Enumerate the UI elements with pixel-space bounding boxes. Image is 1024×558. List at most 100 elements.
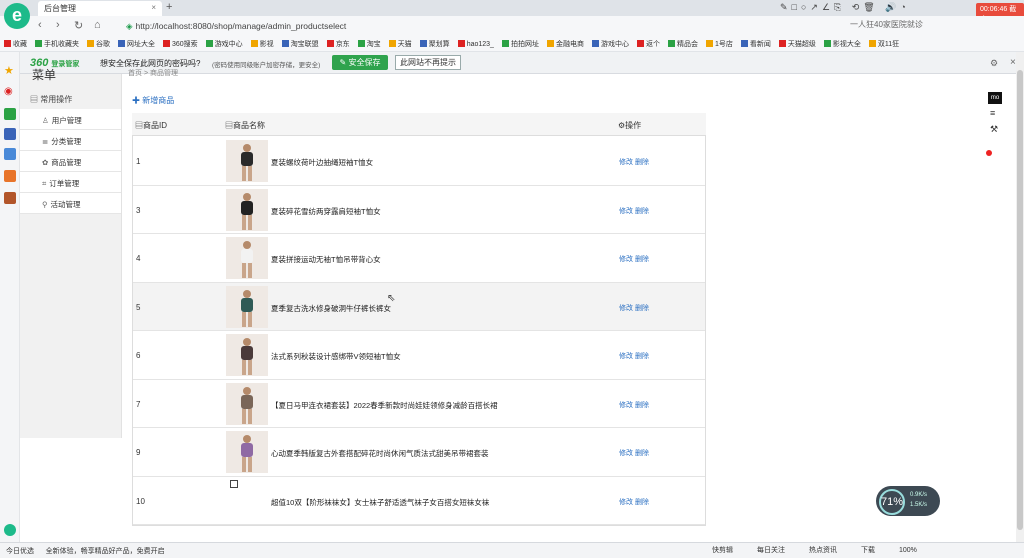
favorite-link[interactable]: 返个 xyxy=(636,40,660,48)
favorite-link[interactable]: 精品会 xyxy=(667,40,698,48)
delete-link[interactable]: 删除 xyxy=(635,305,649,312)
star-icon[interactable]: ★ xyxy=(4,64,16,77)
favorite-icon xyxy=(388,40,396,47)
favorite-link[interactable]: 看新闻 xyxy=(740,40,771,48)
table-row: 4 夏装拼接运动无袖T恤吊带背心女 修改 删除 xyxy=(133,234,705,283)
browser-mini-logo-icon[interactable] xyxy=(4,524,16,536)
mail-icon[interactable] xyxy=(4,108,16,120)
favorite-icon xyxy=(636,40,644,47)
never-show-button[interactable]: 此网站不再提示 xyxy=(395,55,461,70)
sidebar-item-0[interactable]: ♙ 用户管理 xyxy=(20,109,121,130)
back-icon[interactable]: ‹ xyxy=(38,19,42,31)
scrollbar-thumb[interactable] xyxy=(1017,70,1023,530)
prompt-note: (密码使用同级账户加密存储，更安全) xyxy=(212,62,321,69)
product-id: 4 xyxy=(136,254,141,264)
favorites-bar: 收藏 手机收藏夹 谷歌 网址大全 360搜索 游戏中心 影视 淘宝联盟 京东 淘宝 天猫 聚划算 hao… xyxy=(0,36,1024,52)
col-actions: ⚙操作 xyxy=(618,121,642,130)
status-item[interactable]: 快剪辑 xyxy=(712,547,733,554)
sidebar-item-4[interactable]: ⚲ 活动管理 xyxy=(20,193,121,214)
favorite-link[interactable]: 淘宝联盟 xyxy=(281,40,319,48)
wand-icon[interactable]: ⚒ xyxy=(990,124,998,135)
status-item[interactable]: 每日关注 xyxy=(757,547,785,554)
forward-icon[interactable]: › xyxy=(56,19,60,31)
browser-logo-icon[interactable]: e xyxy=(4,3,30,29)
delete-link[interactable]: 删除 xyxy=(635,159,649,166)
delete-link[interactable]: 删除 xyxy=(635,256,649,263)
delete-link[interactable]: 删除 xyxy=(635,499,649,506)
close-icon[interactable]: × xyxy=(1010,57,1016,68)
status-right[interactable]: 快剪辑 每日关注 热点资讯 下载 100% xyxy=(712,545,941,555)
order-icon: ⌗ xyxy=(42,179,47,188)
sidebar-item-label: 用户管理 xyxy=(51,116,82,125)
secure-save-button[interactable]: ✎ 安全保存 xyxy=(332,55,388,70)
favorite-link[interactable]: 拍拍网址 xyxy=(501,40,539,48)
edit-link[interactable]: 修改 xyxy=(619,499,633,506)
gear-icon[interactable]: ⚙ xyxy=(990,58,998,69)
calculator-icon[interactable] xyxy=(4,128,16,140)
favorite-link[interactable]: 谷歌 xyxy=(87,40,110,48)
product-name: 【夏日马甲连衣裙套装】2022春季新款时尚娃娃领修身减龄百搭长裙 xyxy=(271,400,498,410)
sidebar-item-3[interactable]: ⌗ 订单管理 xyxy=(20,172,121,193)
new-tab-icon[interactable]: + xyxy=(166,1,172,13)
status-item[interactable]: 100% xyxy=(899,547,917,554)
url-host: http://localhost xyxy=(135,21,191,31)
status-item[interactable]: 热点资讯 xyxy=(809,547,837,554)
delete-link[interactable]: 删除 xyxy=(635,353,649,360)
favorite-link[interactable]: 影视大全 xyxy=(823,40,861,48)
delete-link[interactable]: 删除 xyxy=(635,402,649,409)
status-middle[interactable]: 全新体验，畅享精品好产品，免费开启 xyxy=(46,548,165,555)
favorite-link[interactable]: 手机收藏夹 xyxy=(35,40,79,48)
table-row: 10 超值10双【阶形袜袜女】女士袜子舒适透气袜子女百搭女短袜女袜 修改 删除 xyxy=(133,476,705,525)
close-tab-icon[interactable]: × xyxy=(151,3,156,12)
url-bar[interactable]: ◈ http://localhost:8080/shop/manage/admin… xyxy=(114,18,774,34)
delete-link[interactable]: 删除 xyxy=(635,450,649,457)
favorite-link[interactable]: 收藏 xyxy=(4,40,27,48)
delete-link[interactable]: 删除 xyxy=(635,208,649,215)
edit-link[interactable]: 修改 xyxy=(619,402,633,409)
favorite-link[interactable]: 淘宝 xyxy=(357,40,381,48)
favorite-link[interactable]: 1号店 xyxy=(705,40,733,48)
favorite-icon xyxy=(205,40,213,47)
game-icon[interactable] xyxy=(4,170,16,182)
menu-group-header[interactable]: ▤ 常用操作 xyxy=(20,90,121,108)
reload-icon[interactable]: ↻ xyxy=(74,19,83,32)
search-box[interactable]: 一人狂40家医院就诊 xyxy=(850,19,956,30)
edit-link[interactable]: 修改 xyxy=(619,353,633,360)
favorite-link[interactable]: 双11狂 xyxy=(868,40,899,48)
edit-link[interactable]: 修改 xyxy=(619,450,633,457)
sidebar-item-1[interactable]: ≣ 分类管理 xyxy=(20,130,121,151)
table-row: 9 心动夏季韩版复古外套搭配碎花时尚休闲气质法式甜美吊带裙套装 修改 删除 xyxy=(133,428,705,477)
favorite-link[interactable]: 天猫 xyxy=(388,40,412,48)
favorite-link[interactable]: 京东 xyxy=(326,40,350,48)
home-icon[interactable]: ⌂ xyxy=(94,19,101,31)
product-thumbnail xyxy=(226,431,268,473)
favorite-link[interactable]: 游戏中心 xyxy=(205,40,243,48)
favorite-link[interactable]: hao123_ xyxy=(457,40,494,48)
favorite-link[interactable]: 360搜索 xyxy=(163,40,198,48)
add-product-link[interactable]: ✚ 新增商品 xyxy=(132,95,174,106)
favorite-link[interactable]: 网址大全 xyxy=(118,40,155,48)
edit-link[interactable]: 修改 xyxy=(619,208,633,215)
status-item[interactable]: 下载 xyxy=(861,547,875,554)
alert-icon[interactable] xyxy=(986,150,992,156)
favorite-link[interactable]: 影视 xyxy=(250,40,274,48)
edit-link[interactable]: 修改 xyxy=(619,159,633,166)
sidebar-item-2[interactable]: ✿ 商品管理 xyxy=(20,151,121,172)
edit-link[interactable]: 修改 xyxy=(619,305,633,312)
edit-link[interactable]: 修改 xyxy=(619,256,633,263)
mouse-cursor-icon: ⇖ xyxy=(387,293,396,304)
favorite-link[interactable]: 金融电商 xyxy=(546,40,584,48)
document-icon[interactable] xyxy=(4,148,16,160)
toolbar-tools[interactable]: ✎□○↗∠⎘ ⟲🗑 🔊◔ xyxy=(780,2,910,13)
app-icon[interactable] xyxy=(4,192,16,204)
favorite-link[interactable]: 游戏中心 xyxy=(591,40,629,48)
extension-icon[interactable]: mo xyxy=(988,92,1002,104)
eye-icon[interactable]: ◉ xyxy=(4,86,16,98)
status-left[interactable]: 今日优选 xyxy=(6,548,34,555)
menu-icon[interactable]: ≡ xyxy=(990,108,995,118)
favorite-link[interactable]: 聚划算 xyxy=(419,40,450,48)
favorite-icon xyxy=(740,40,748,47)
browser-tab[interactable]: 后台管理 × xyxy=(38,1,162,16)
favorite-link[interactable]: 天猫超级 xyxy=(778,40,816,48)
url-path: :8080/shop/manage/admin_productselect xyxy=(190,21,347,31)
